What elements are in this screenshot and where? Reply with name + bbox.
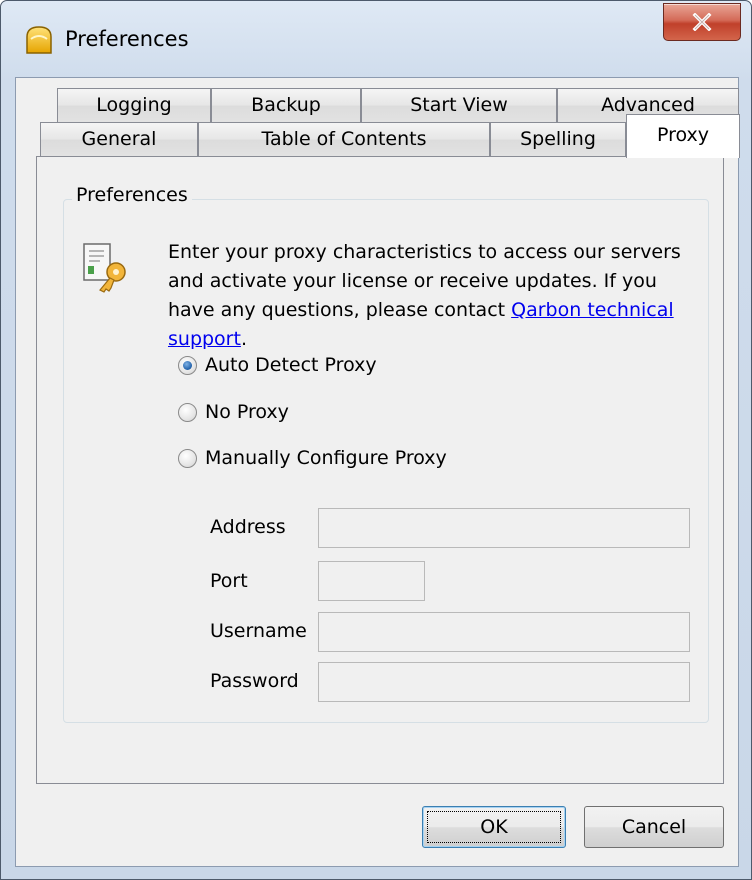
tab-spelling[interactable]: Spelling — [490, 122, 626, 156]
tab-start-view[interactable]: Start View — [361, 88, 557, 122]
proxy-tab-panel: Preferences Enter your proxy characteris… — [36, 156, 724, 784]
tab-general[interactable]: General — [40, 122, 198, 156]
window-title: Preferences — [65, 27, 189, 51]
username-field[interactable] — [318, 612, 690, 652]
tab-label: Table of Contents — [261, 128, 427, 150]
title-bar[interactable]: Preferences — [1, 1, 751, 77]
ok-button[interactable]: OK — [422, 806, 566, 848]
tab-label: Spelling — [520, 128, 596, 150]
focus-rectangle — [427, 811, 561, 843]
proxy-description: Enter your proxy characteristics to acce… — [168, 238, 698, 354]
tab-backup[interactable]: Backup — [211, 88, 361, 122]
radio-button-checked[interactable] — [178, 355, 197, 375]
radio-button[interactable] — [178, 448, 197, 468]
radio-no-proxy[interactable]: No Proxy — [178, 398, 289, 426]
radio-label: Manually Configure Proxy — [205, 447, 447, 469]
address-field[interactable] — [318, 508, 690, 548]
radio-button[interactable] — [178, 402, 197, 422]
cancel-button[interactable]: Cancel — [584, 806, 724, 848]
close-x-icon — [692, 13, 712, 31]
document-key-icon — [82, 242, 128, 294]
preferences-dialog: Preferences Logging Backup Start View Ad… — [0, 0, 752, 880]
description-end: . — [240, 328, 247, 350]
port-field[interactable] — [318, 561, 425, 601]
cancel-label: Cancel — [621, 816, 687, 838]
tab-logging[interactable]: Logging — [57, 88, 211, 122]
port-label: Port — [210, 570, 248, 592]
password-label: Password — [210, 670, 299, 692]
address-label: Address — [210, 516, 286, 538]
close-button[interactable] — [663, 3, 741, 41]
username-label: Username — [210, 620, 307, 642]
tab-label: Proxy — [656, 124, 710, 146]
radio-label: No Proxy — [205, 401, 289, 423]
tab-table-of-contents[interactable]: Table of Contents — [198, 122, 490, 156]
tab-label: Logging — [96, 94, 172, 116]
tab-label: Backup — [251, 94, 321, 116]
radio-auto-detect-proxy[interactable]: Auto Detect Proxy — [178, 351, 377, 379]
radio-label: Auto Detect Proxy — [205, 354, 377, 376]
qarbon-app-icon — [23, 25, 55, 55]
radio-manually-configure-proxy[interactable]: Manually Configure Proxy — [178, 444, 447, 472]
password-field[interactable] — [318, 662, 690, 702]
preferences-groupbox: Preferences Enter your proxy characteris… — [63, 184, 709, 723]
groupbox-label: Preferences — [72, 184, 192, 206]
tab-proxy[interactable]: Proxy — [626, 114, 740, 158]
tab-label: Advanced — [601, 94, 695, 116]
tab-label: Start View — [410, 94, 508, 116]
tab-label: General — [81, 128, 157, 150]
dialog-client-area: Logging Backup Start View Advanced Gener… — [15, 77, 740, 867]
